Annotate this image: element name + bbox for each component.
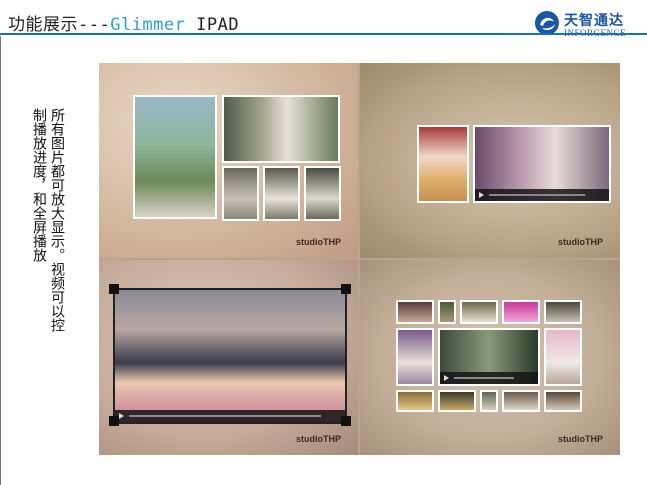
- watermark: studioTHP: [296, 237, 341, 247]
- app-screenshot-collage: studioTHP studioTHP studioTHP studioTHP: [99, 63, 620, 455]
- frame-corner: [109, 416, 119, 426]
- description-text: 所有图片都可放大显示。视频可以控 制播放进度，和全屏播放: [30, 108, 66, 398]
- description-line-1: 所有图片都可放大显示。视频可以控: [49, 108, 65, 332]
- watermark: studioTHP: [558, 237, 603, 247]
- photo-thumb[interactable]: [544, 328, 582, 386]
- watermark: studioTHP: [296, 434, 341, 444]
- photo-thumb[interactable]: [396, 328, 434, 386]
- page-title: 功能展示---Glimmer IPAD: [8, 10, 239, 35]
- gallery-page-2: studioTHP: [360, 63, 620, 258]
- company-logo: 天智通达 INFORGENCE: [534, 10, 640, 40]
- play-icon[interactable]: [444, 375, 449, 381]
- logo-text-cn: 天智通达: [564, 13, 624, 29]
- play-icon[interactable]: [479, 192, 484, 198]
- photo-thumb[interactable]: [304, 166, 341, 221]
- video-player-large[interactable]: [113, 288, 347, 424]
- photo-thumb[interactable]: [544, 300, 582, 324]
- video-page: studioTHP: [99, 260, 358, 455]
- description-line-2: 制播放进度，和全屏播放: [31, 108, 47, 262]
- photo-thumb[interactable]: [502, 300, 540, 324]
- play-icon[interactable]: [119, 413, 124, 419]
- watermark: studioTHP: [558, 434, 603, 444]
- gallery-page-1: studioTHP: [99, 63, 358, 258]
- photo-thumb[interactable]: [263, 166, 300, 221]
- video-controls[interactable]: [475, 189, 609, 201]
- photo-thumb[interactable]: [480, 390, 498, 412]
- progress-track[interactable]: [489, 194, 585, 196]
- photo-cake[interactable]: [417, 125, 469, 203]
- gallery-page-4: studioTHP: [360, 260, 620, 455]
- progress-track[interactable]: [129, 415, 321, 417]
- photo-wide[interactable]: [222, 95, 340, 163]
- video-player[interactable]: [438, 328, 540, 386]
- photo-thumb[interactable]: [544, 390, 582, 412]
- photo-large[interactable]: [133, 95, 217, 219]
- photo-thumb[interactable]: [396, 300, 434, 324]
- title-prefix: 功能展示---: [8, 15, 111, 35]
- title-divider: [0, 33, 647, 35]
- photo-thumb[interactable]: [502, 390, 540, 412]
- frame-corner: [341, 284, 351, 294]
- photo-thumb[interactable]: [460, 300, 498, 324]
- progress-track[interactable]: [454, 377, 514, 379]
- title-highlight: Glimmer: [110, 15, 186, 35]
- photo-thumb[interactable]: [438, 300, 456, 324]
- photo-thumb[interactable]: [396, 390, 434, 412]
- photo-thumb[interactable]: [438, 390, 476, 412]
- frame-corner: [109, 284, 119, 294]
- photo-thumb[interactable]: [222, 166, 259, 221]
- frame-corner: [341, 416, 351, 426]
- video-controls[interactable]: [440, 372, 538, 384]
- title-suffix: IPAD: [185, 15, 240, 35]
- left-border: [0, 36, 1, 485]
- title-bar: 功能展示---Glimmer IPAD 天智通达 INFORGENCE: [0, 0, 647, 38]
- video-controls[interactable]: [115, 410, 345, 422]
- video-player[interactable]: [473, 125, 611, 203]
